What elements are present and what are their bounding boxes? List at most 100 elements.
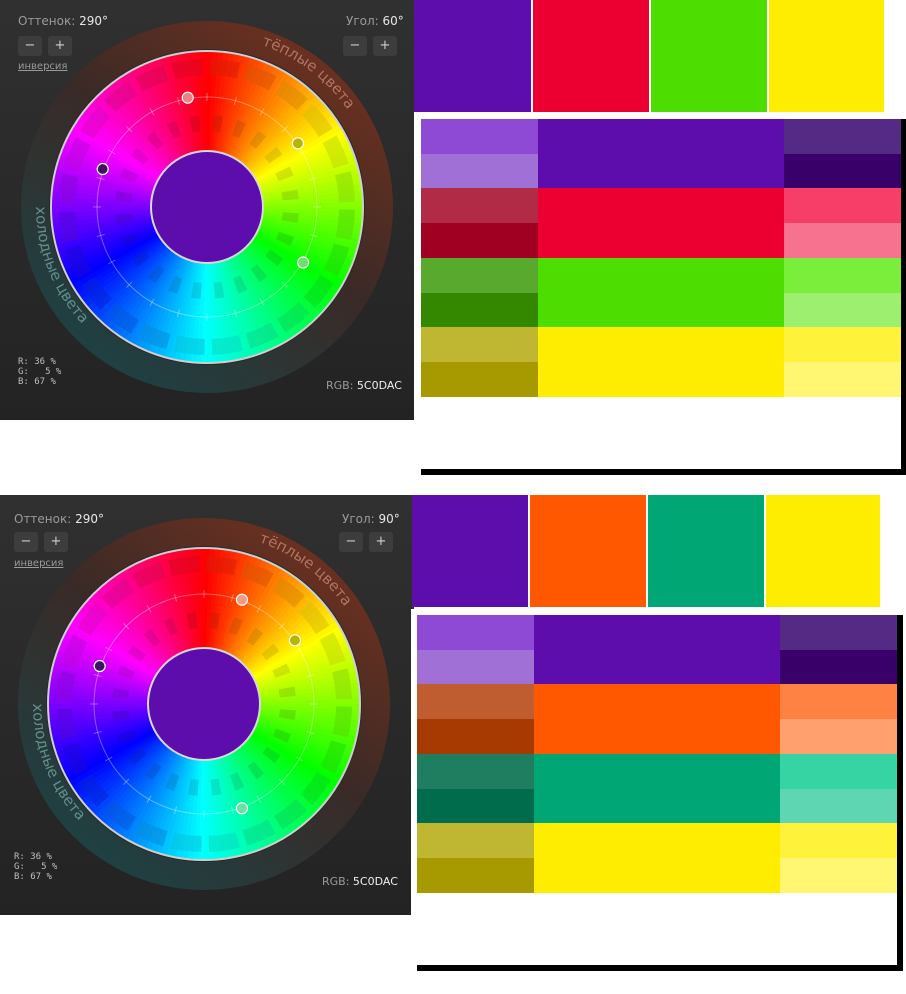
shade-cell[interactable] [417, 857, 534, 893]
shade-cell[interactable] [534, 649, 780, 685]
rgb-hex-value: 5C0DAC [352, 875, 398, 888]
shade-cell[interactable] [780, 788, 897, 824]
rgb-r: R: 36 % [14, 852, 52, 862]
color-marker-handle[interactable] [288, 634, 302, 647]
angle-value: 90° [378, 512, 400, 526]
hue-readout: Оттенок: 290° [14, 512, 104, 526]
swatch-third[interactable] [648, 495, 764, 607]
rgb-percent-readout: R: 36 % G: 5 % B: 67 % [14, 852, 57, 882]
hue-plus-button[interactable]: + [44, 532, 68, 552]
shade-cell[interactable] [417, 753, 534, 789]
shade-cell[interactable] [784, 292, 901, 328]
shade-cell[interactable] [780, 615, 897, 650]
shade-cell[interactable] [534, 684, 780, 720]
shade-cell[interactable] [780, 857, 897, 893]
shade-cell[interactable] [417, 649, 534, 685]
shade-cell[interactable] [780, 753, 897, 789]
shade-cell[interactable] [784, 257, 901, 293]
swatch-third[interactable] [651, 0, 767, 112]
selected-color-center[interactable] [147, 647, 261, 761]
shade-cell[interactable] [780, 719, 897, 755]
color-wheel-panel-2: тёплые цвета холодные цвета Оттенок: 290°… [0, 495, 414, 915]
selected-color-center[interactable] [150, 150, 264, 264]
inversion-link[interactable]: инверсия [14, 558, 63, 569]
shade-cell[interactable] [538, 361, 784, 397]
shade-cell[interactable] [417, 615, 534, 650]
hue-minus-button[interactable]: − [14, 532, 38, 552]
color-marker-handle[interactable] [235, 593, 249, 606]
shade-cell[interactable] [780, 684, 897, 720]
shade-cell[interactable] [417, 823, 534, 859]
shade-cell[interactable] [534, 615, 780, 650]
shade-cell[interactable] [421, 188, 538, 224]
shade-cell[interactable] [780, 823, 897, 859]
rgb-g: G: 5 % [14, 862, 58, 872]
shade-cell[interactable] [421, 292, 538, 328]
color-marker-handle[interactable] [297, 256, 310, 269]
hue-readout: Оттенок: 290° [18, 14, 108, 28]
shade-cell[interactable] [421, 119, 538, 154]
shade-cell[interactable] [421, 223, 538, 259]
shade-cell[interactable] [534, 753, 780, 789]
hue-value: 290° [75, 512, 105, 526]
shade-cell[interactable] [417, 719, 534, 755]
color-marker-handle[interactable] [96, 162, 109, 176]
shade-cell[interactable] [421, 153, 538, 189]
hue-value: 290° [79, 14, 109, 28]
swatch-fourth[interactable] [769, 0, 884, 112]
swatch-main[interactable] [412, 495, 528, 607]
swatch-fourth[interactable] [766, 495, 880, 607]
swatch-main[interactable] [414, 0, 531, 112]
shade-cell[interactable] [780, 649, 897, 685]
shade-cell[interactable] [784, 119, 901, 154]
angle-plus-button[interactable]: + [373, 36, 397, 56]
swatch-second[interactable] [533, 0, 649, 112]
angle-label: Угол: [346, 14, 379, 28]
shade-cell[interactable] [421, 361, 538, 397]
hue-minus-button[interactable]: − [18, 36, 42, 56]
shade-cell[interactable] [538, 327, 784, 363]
angle-plus-button[interactable]: + [369, 532, 393, 552]
rgb-g: G: 5 % [18, 367, 62, 377]
color-marker-handle[interactable] [235, 802, 249, 815]
shade-grid-2 [411, 609, 897, 965]
shade-cell[interactable] [538, 223, 784, 259]
shade-cell[interactable] [538, 292, 784, 328]
hue-label: Оттенок: [14, 512, 72, 526]
rgb-hex-label: RGB: [322, 875, 350, 888]
shade-grid-1 [415, 113, 901, 469]
color-marker-handle[interactable] [181, 91, 194, 104]
shade-cell[interactable] [538, 153, 784, 189]
shade-cell[interactable] [534, 788, 780, 824]
shade-cell[interactable] [784, 223, 901, 259]
angle-minus-button[interactable]: − [343, 36, 367, 56]
inversion-link[interactable]: инверсия [18, 61, 67, 72]
shade-cell[interactable] [538, 257, 784, 293]
color-wheel-panel-1: тёплые цвета холодные цвета Оттенок: 290°… [0, 0, 414, 420]
shade-cell[interactable] [534, 857, 780, 893]
swatch-second[interactable] [530, 495, 646, 607]
shade-cell[interactable] [421, 257, 538, 293]
shade-cell[interactable] [421, 327, 538, 363]
rgb-percent-readout: R: 36 % G: 5 % B: 67 % [18, 357, 61, 387]
hue-plus-button[interactable]: + [48, 36, 72, 56]
angle-value: 60° [382, 14, 404, 28]
color-marker-handle[interactable] [93, 659, 106, 673]
color-marker-handle[interactable] [291, 137, 305, 150]
rgb-hex-readout: RGB: 5C0DAC [322, 875, 398, 888]
shade-cell[interactable] [534, 823, 780, 859]
shade-cell[interactable] [417, 788, 534, 824]
shade-cell[interactable] [538, 119, 784, 154]
rgb-hex-value: 5C0DAC [356, 379, 402, 392]
shade-cell[interactable] [784, 188, 901, 224]
shade-cell[interactable] [784, 361, 901, 397]
shade-cell[interactable] [417, 684, 534, 720]
angle-label: Угол: [342, 512, 375, 526]
shade-cell[interactable] [534, 719, 780, 755]
shade-cell[interactable] [784, 327, 901, 363]
shade-cell[interactable] [538, 188, 784, 224]
shade-cell[interactable] [784, 153, 901, 189]
angle-minus-button[interactable]: − [339, 532, 363, 552]
angle-readout: Угол: 90° [342, 512, 400, 526]
rgb-b: B: 67 % [18, 377, 56, 387]
